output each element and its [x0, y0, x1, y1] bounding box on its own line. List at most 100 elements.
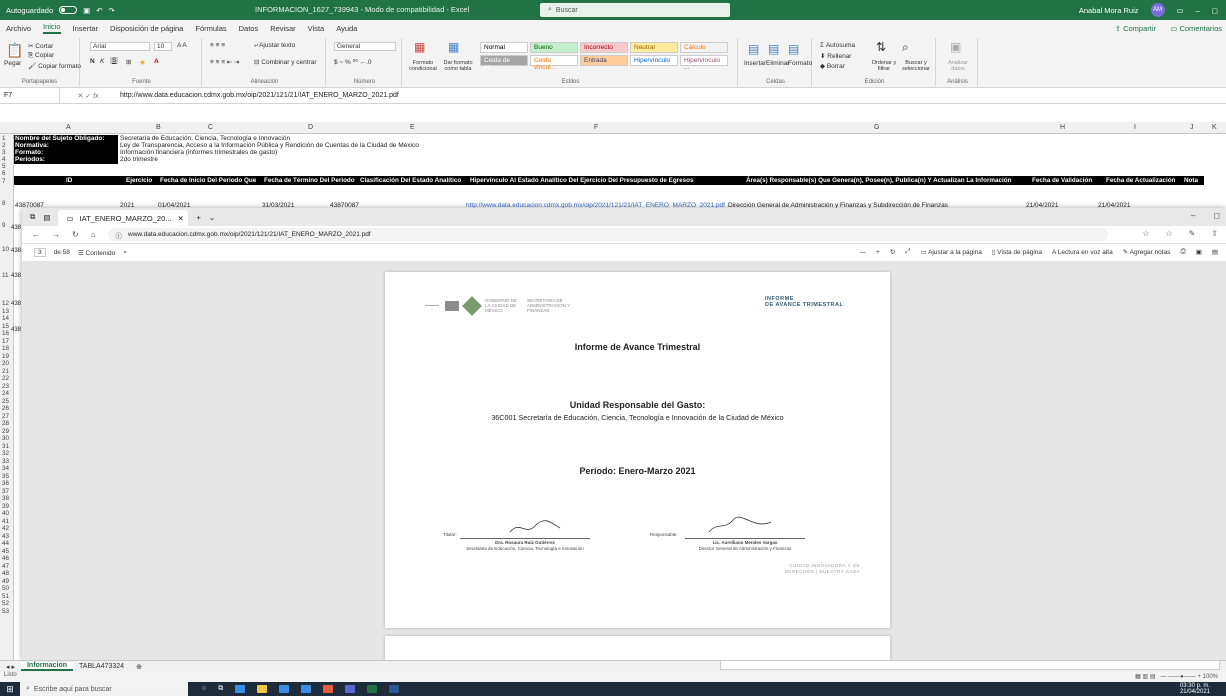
col-header[interactable]: C [208, 124, 213, 131]
row-header[interactable]: 50 [2, 585, 9, 592]
header-cell[interactable]: ID [66, 177, 72, 184]
format-table-icon[interactable]: ▦ [448, 40, 459, 54]
redo-icon[interactable]: ↷ [109, 6, 115, 15]
row-header[interactable]: 16 [2, 330, 9, 337]
zoom-level[interactable]: ▦ ▥ ▤ — ——●—— + 100% [1135, 673, 1218, 680]
row-header[interactable]: 49 [2, 578, 9, 585]
row-header[interactable]: 6 [2, 170, 6, 177]
clear-button[interactable]: ◆ Borrar [820, 62, 845, 70]
minimize-icon[interactable]: – [1191, 211, 1195, 220]
word-app-icon[interactable] [389, 685, 400, 693]
number-format-select[interactable]: General [334, 42, 396, 51]
row-header[interactable]: 47 [2, 563, 9, 570]
cortana-icon[interactable]: ○ [202, 685, 206, 693]
header-cell[interactable]: Nota [1184, 177, 1198, 184]
row-header[interactable]: 51 [2, 593, 9, 600]
analyze-data-button[interactable]: Analizar datos [942, 60, 974, 72]
header-cell[interactable]: Clasificación Del Estado Analítico [360, 177, 461, 184]
row-header[interactable]: 27 [2, 413, 9, 420]
col-header[interactable]: D [308, 124, 313, 131]
underline-icon[interactable]: S [110, 57, 119, 64]
row-header[interactable]: 13 [2, 308, 9, 315]
print-icon[interactable]: ⎙ [1180, 248, 1185, 256]
formula-input[interactable]: http://www.data.educacion.cdmx.gob.mx/oi… [116, 92, 399, 99]
tab-revisar[interactable]: Revisar [270, 24, 295, 33]
fit-icon[interactable]: ⤢ [905, 248, 910, 256]
mail-app-icon[interactable] [301, 685, 312, 693]
pen-icon[interactable]: ✎ [1189, 229, 1196, 238]
chrome-app-icon[interactable] [323, 685, 334, 693]
header-cell[interactable]: Hipervínculo Al Estado Analítico Del Eje… [470, 177, 693, 184]
row-header[interactable]: 9 [2, 222, 6, 229]
new-tab-icon[interactable]: + [196, 213, 200, 222]
avatar[interactable]: AM [1150, 3, 1165, 17]
col-header[interactable]: G [874, 124, 879, 131]
url-field[interactable]: ⓘ www.data.educacion.cdmx.gob.mx/oip/202… [107, 228, 1108, 241]
tab-datos[interactable]: Datos [239, 24, 259, 33]
pdf-viewer[interactable]: GOBIERNO DE LA CIUDAD DE MÉXICO SECRETAR… [22, 262, 1226, 660]
maximize-icon[interactable]: ◻ [1212, 6, 1218, 15]
tab-actions-icon[interactable]: ▤ [43, 213, 50, 222]
sheet-tab-tabla[interactable]: TABLA473324 [73, 663, 130, 670]
add-sheet-icon[interactable]: ⊕ [130, 663, 148, 671]
row-header[interactable]: 17 [2, 338, 9, 345]
copy-format-button[interactable]: 🖌 Copiar formato [28, 62, 81, 70]
row-header[interactable]: 5 [2, 163, 6, 170]
row-header[interactable]: 12 [2, 300, 9, 307]
row-header[interactable]: 28 [2, 420, 9, 427]
explorer-app-icon[interactable] [257, 685, 268, 693]
maximize-icon[interactable]: ◻ [1213, 211, 1220, 220]
row-header[interactable]: 3 [2, 149, 6, 156]
row-header[interactable]: 1 [2, 135, 6, 142]
row-header[interactable]: 26 [2, 405, 9, 412]
sort-button[interactable]: Ordenar y filtrar [870, 60, 898, 72]
taskbar-search[interactable]: ⌕ Escribe aquí para buscar [20, 682, 188, 696]
meta-value[interactable]: 2do trimestre [120, 156, 158, 164]
row-header[interactable]: 7 [2, 178, 6, 185]
tab-vista[interactable]: Vista [308, 24, 325, 33]
row-header[interactable]: 44 [2, 540, 9, 547]
row-header[interactable]: 40 [2, 510, 9, 517]
row-header[interactable]: 24 [2, 390, 9, 397]
row-header[interactable]: 46 [2, 555, 9, 562]
cell-style-7[interactable]: Entrada [580, 55, 628, 66]
row-header[interactable]: 19 [2, 353, 9, 360]
autosum-button[interactable]: Σ Autosuma [820, 42, 855, 49]
home-icon[interactable]: ⌂ [91, 230, 96, 239]
save-icon[interactable]: ▣ [83, 6, 90, 15]
grow-font-icon[interactable]: A A [177, 42, 187, 49]
ribbon-display-icon[interactable]: ▭ [1177, 6, 1184, 15]
header-cell[interactable]: Fecha de Inicio Del Periodo Que [160, 177, 256, 184]
header-cell[interactable]: Área(s) Responsable(s) Que Genera(n), Po… [746, 177, 1011, 184]
row-header[interactable]: 18 [2, 345, 9, 352]
cell-style-4[interactable]: Cálculo [680, 42, 728, 53]
col-header[interactable]: H [1060, 124, 1065, 131]
fit-page-button[interactable]: ▭ Ajustar a la página [920, 248, 981, 256]
fill-button[interactable]: ⬇ Rellenar [820, 52, 851, 60]
formula-icons[interactable]: ✕ ✓ fx [60, 92, 116, 100]
format-cells-button[interactable]: Formato [788, 60, 812, 67]
row-header[interactable]: 21 [2, 368, 9, 375]
row-header[interactable]: 34 [2, 465, 9, 472]
row-header[interactable]: 37 [2, 488, 9, 495]
edge-app-icon[interactable] [235, 685, 246, 693]
merge-center-button[interactable]: ⊟ Combinar y centrar [254, 58, 317, 66]
tab-insertar[interactable]: Insertar [73, 24, 98, 33]
sheet-nav-icons[interactable]: ◂ ▸ [0, 663, 21, 671]
italic-icon[interactable]: K [100, 58, 104, 65]
row-header[interactable]: 32 [2, 450, 9, 457]
row-header[interactable]: 36 [2, 480, 9, 487]
col-header[interactable]: B [156, 124, 161, 131]
cut-button[interactable]: ✂ Cortar [28, 42, 53, 50]
font-size-select[interactable]: 10 [154, 42, 172, 51]
row-header[interactable]: 35 [2, 473, 9, 480]
fill-color-icon[interactable]: ◈ [140, 58, 145, 66]
zoom-out-icon[interactable]: — [860, 249, 867, 256]
cell-style-3[interactable]: Neutral [630, 42, 678, 53]
paste-button[interactable]: Pegar [4, 60, 21, 67]
close-tab-icon[interactable]: ✕ [178, 214, 184, 223]
sort-icon[interactable]: ⇅ [876, 40, 886, 54]
cell-style-6[interactable]: Celda vincul... [530, 55, 578, 71]
row-header[interactable]: 2 [2, 142, 6, 149]
meta-label[interactable]: Periodos: [14, 156, 118, 164]
